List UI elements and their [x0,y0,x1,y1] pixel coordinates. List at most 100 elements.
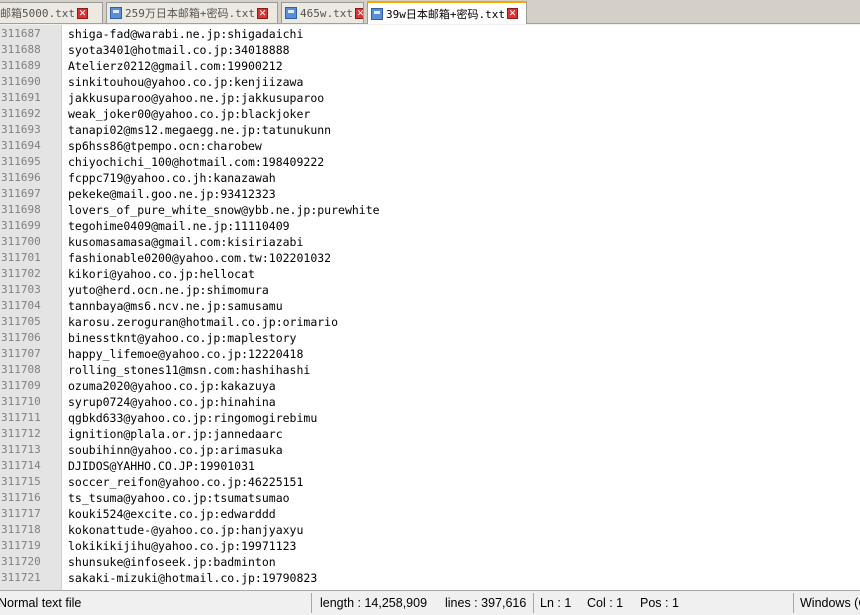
line-text[interactable]: syota3401@hotmail.co.jp:34018888 [68,42,290,58]
line-text[interactable]: soccer_reifon@yahoo.co.jp:46225151 [68,474,303,490]
line-number: 311709 [1,379,41,392]
tab-39w-japan-mail[interactable]: 39w日本邮箱+密码.txt ✕ [367,1,527,24]
line-number: 311719 [1,539,41,552]
text-line[interactable]: 311697 pekeke@mail.goo.ne.jp:93412323 [0,186,860,202]
line-text[interactable]: tannbaya@ms6.ncv.ne.jp:samusamu [68,298,283,314]
line-text[interactable]: sinkitouhou@yahoo.co.jp:kenjiizawa [68,74,303,90]
line-text[interactable]: chiyochichi_100@hotmail.com:198409222 [68,154,324,170]
status-bar: Normal text file length : 14,258,909 lin… [0,590,860,615]
text-line[interactable]: 311713 soubihinn@yahoo.co.jp:arimasuka [0,442,860,458]
text-line[interactable]: 311689 Atelierz0212@gmail.com:19900212 [0,58,860,74]
line-text[interactable]: shiga-fad@warabi.ne.jp:shigadaichi [68,26,303,42]
text-line[interactable]: 311704 tannbaya@ms6.ncv.ne.jp:samusamu [0,298,860,314]
line-text[interactable]: qgbkd633@yahoo.co.jp:ringomogirebimu [68,410,317,426]
status-length: length : 14,258,909 [320,596,428,610]
text-editor[interactable]: 311687 shiga-fad@warabi.ne.jp:shigadaichi… [0,25,860,590]
line-text[interactable]: happy_lifemoe@yahoo.co.jp:12220418 [68,346,303,362]
line-number: 311696 [1,171,41,184]
line-text[interactable]: jakkusuparoo@yahoo.ne.jp:jakkusuparoo [68,90,324,106]
tab-label: 39w日本邮箱+密码.txt [386,7,505,21]
close-icon[interactable]: ✕ [256,7,268,19]
line-text[interactable]: weak_joker00@yahoo.co.jp:blackjoker [68,106,310,122]
tab-465w[interactable]: 465w.txt ✕ [281,2,364,23]
line-number: 311687 [1,27,41,40]
line-number: 311716 [1,491,41,504]
text-line[interactable]: 311717 kouki524@excite.co.jp:edwarddd [0,506,860,522]
close-icon[interactable]: ✕ [76,7,88,19]
line-text[interactable]: kouki524@excite.co.jp:edwarddd [68,506,276,522]
line-text[interactable]: fcppc719@yahoo.co.jh:kanazawah [68,170,276,186]
text-line[interactable]: 311707 happy_lifemoe@yahoo.co.jp:12220418 [0,346,860,362]
text-line[interactable]: 311712 ignition@plala.or.jp:jannedaarc [0,426,860,442]
text-line[interactable]: 311688 syota3401@hotmail.co.jp:34018888 [0,42,860,58]
line-text[interactable]: rolling_stones11@msn.com:hashihashi [68,362,310,378]
text-line[interactable]: 311720 shunsuke@infoseek.jp:badminton [0,554,860,570]
line-text[interactable]: binesstknt@yahoo.co.jp:maplestory [68,330,296,346]
text-line[interactable]: 311706 binesstknt@yahoo.co.jp:maplestory [0,330,860,346]
text-line[interactable]: 311705 karosu.zeroguran@hotmail.co.jp:ori… [0,314,860,330]
line-text[interactable]: soubihinn@yahoo.co.jp:arimasuka [68,442,283,458]
line-text[interactable]: sp6hss86@tpempo.ocn:charobew [68,138,262,154]
text-line[interactable]: 311703 yuto@herd.ocn.ne.jp:shimomura [0,282,860,298]
text-line[interactable]: 311702 kikori@yahoo.co.jp:hellocat [0,266,860,282]
line-number: 311690 [1,75,41,88]
text-line[interactable]: 311690 sinkitouhou@yahoo.co.jp:kenjiizawa [0,74,860,90]
line-text[interactable]: tegohime0409@mail.ne.jp:11110409 [68,218,290,234]
text-line[interactable]: 311701 fashionable0200@yahoo.com.tw:10220… [0,250,860,266]
text-line[interactable]: 311700 kusomasamasa@gmail.com:kisiriazabi [0,234,860,250]
tab-mailbox-5000[interactable]: 邮箱5000.txt ✕ [0,2,103,23]
text-line[interactable]: 311699 tegohime0409@mail.ne.jp:11110409 [0,218,860,234]
text-line[interactable]: 311694 sp6hss86@tpempo.ocn:charobew [0,138,860,154]
line-text[interactable]: lovers_of_pure_white_snow@ybb.ne.jp:pure… [68,202,380,218]
text-line[interactable]: 311715 soccer_reifon@yahoo.co.jp:46225151 [0,474,860,490]
text-line[interactable]: 311714 DJIDOS@YAHHO.CO.JP:19901031 [0,458,860,474]
text-line[interactable]: 311708 rolling_stones11@msn.com:hashihash… [0,362,860,378]
line-text[interactable]: shunsuke@infoseek.jp:badminton [68,554,276,570]
text-line[interactable]: 311709 ozuma2020@yahoo.co.jp:kakazuya [0,378,860,394]
line-text[interactable]: sakaki-mizuki@hotmail.co.jp:19790823 [68,570,317,586]
line-text[interactable]: kokonattude-@yahoo.co.jp:hanjyaxyu [68,522,303,538]
line-text[interactable]: syrup0724@yahoo.co.jp:hinahina [68,394,276,410]
line-text[interactable]: yuto@herd.ocn.ne.jp:shimomura [68,282,269,298]
line-text[interactable]: DJIDOS@YAHHO.CO.JP:19901031 [68,458,255,474]
tab-259w-japan-mail[interactable]: 259万日本邮箱+密码.txt ✕ [106,2,278,23]
line-text[interactable]: kikori@yahoo.co.jp:hellocat [68,266,255,282]
line-text[interactable]: lokikikijihu@yahoo.co.jp:19971123 [68,538,296,554]
line-text[interactable]: Atelierz0212@gmail.com:19900212 [68,58,283,74]
line-number: 311705 [1,315,41,328]
line-text[interactable]: ozuma2020@yahoo.co.jp:kakazuya [68,378,276,394]
text-line[interactable]: 311721 sakaki-mizuki@hotmail.co.jp:197908… [0,570,860,586]
line-text[interactable]: pekeke@mail.goo.ne.jp:93412323 [68,186,276,202]
close-icon[interactable]: ✕ [354,7,363,19]
line-text[interactable]: ignition@plala.or.jp:jannedaarc [68,426,283,442]
text-line[interactable]: 311718 kokonattude-@yahoo.co.jp:hanjyaxyu [0,522,860,538]
line-number: 311702 [1,267,41,280]
text-line[interactable]: 311719 lokikikijihu@yahoo.co.jp:19971123 [0,538,860,554]
close-icon[interactable]: ✕ [506,8,518,19]
text-line[interactable]: 311695 chiyochichi_100@hotmail.com:198409… [0,154,860,170]
text-line[interactable]: 311696 fcppc719@yahoo.co.jh:kanazawah [0,170,860,186]
text-line[interactable]: 311693 tanapi02@ms12.megaegg.ne.jp:tatunu… [0,122,860,138]
line-text[interactable]: ts_tsuma@yahoo.co.jp:tsumatsumao [68,490,290,506]
line-number: 311708 [1,363,41,376]
text-line[interactable]: 311687 shiga-fad@warabi.ne.jp:shigadaichi [0,26,860,42]
status-pos: Pos : 1 [640,596,679,610]
line-number: 311710 [1,395,41,408]
text-line[interactable]: 311692 weak_joker00@yahoo.co.jp:blackjoke… [0,106,860,122]
line-number: 311720 [1,555,41,568]
text-line[interactable]: 311710 syrup0724@yahoo.co.jp:hinahina [0,394,860,410]
status-eol[interactable]: Windows (CR LF) [800,591,860,615]
line-number: 311713 [1,443,41,456]
text-line[interactable]: 311691 jakkusuparoo@yahoo.ne.jp:jakkusupa… [0,90,860,106]
editor-lines[interactable]: 311687 shiga-fad@warabi.ne.jp:shigadaichi… [0,26,860,586]
text-line[interactable]: 311698 lovers_of_pure_white_snow@ybb.ne.j… [0,202,860,218]
line-text[interactable]: tanapi02@ms12.megaegg.ne.jp:tatunukunn [68,122,331,138]
line-number: 311715 [1,475,41,488]
line-text[interactable]: fashionable0200@yahoo.com.tw:102201032 [68,250,331,266]
text-line[interactable]: 311711 qgbkd633@yahoo.co.jp:ringomogirebi… [0,410,860,426]
line-text[interactable]: karosu.zeroguran@hotmail.co.jp:orimario [68,314,338,330]
status-ln: Ln : 1 [540,596,572,610]
status-lines: lines : 397,616 [445,596,527,610]
text-line[interactable]: 311716 ts_tsuma@yahoo.co.jp:tsumatsumao [0,490,860,506]
line-text[interactable]: kusomasamasa@gmail.com:kisiriazabi [68,234,303,250]
